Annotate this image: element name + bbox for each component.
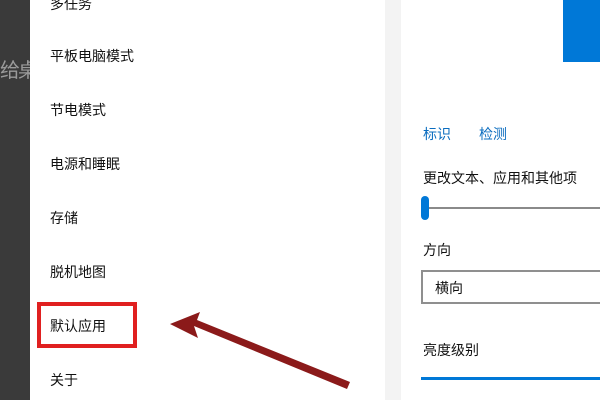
- annotation-arrow-icon: [170, 312, 350, 389]
- arrow-shape: [170, 312, 350, 389]
